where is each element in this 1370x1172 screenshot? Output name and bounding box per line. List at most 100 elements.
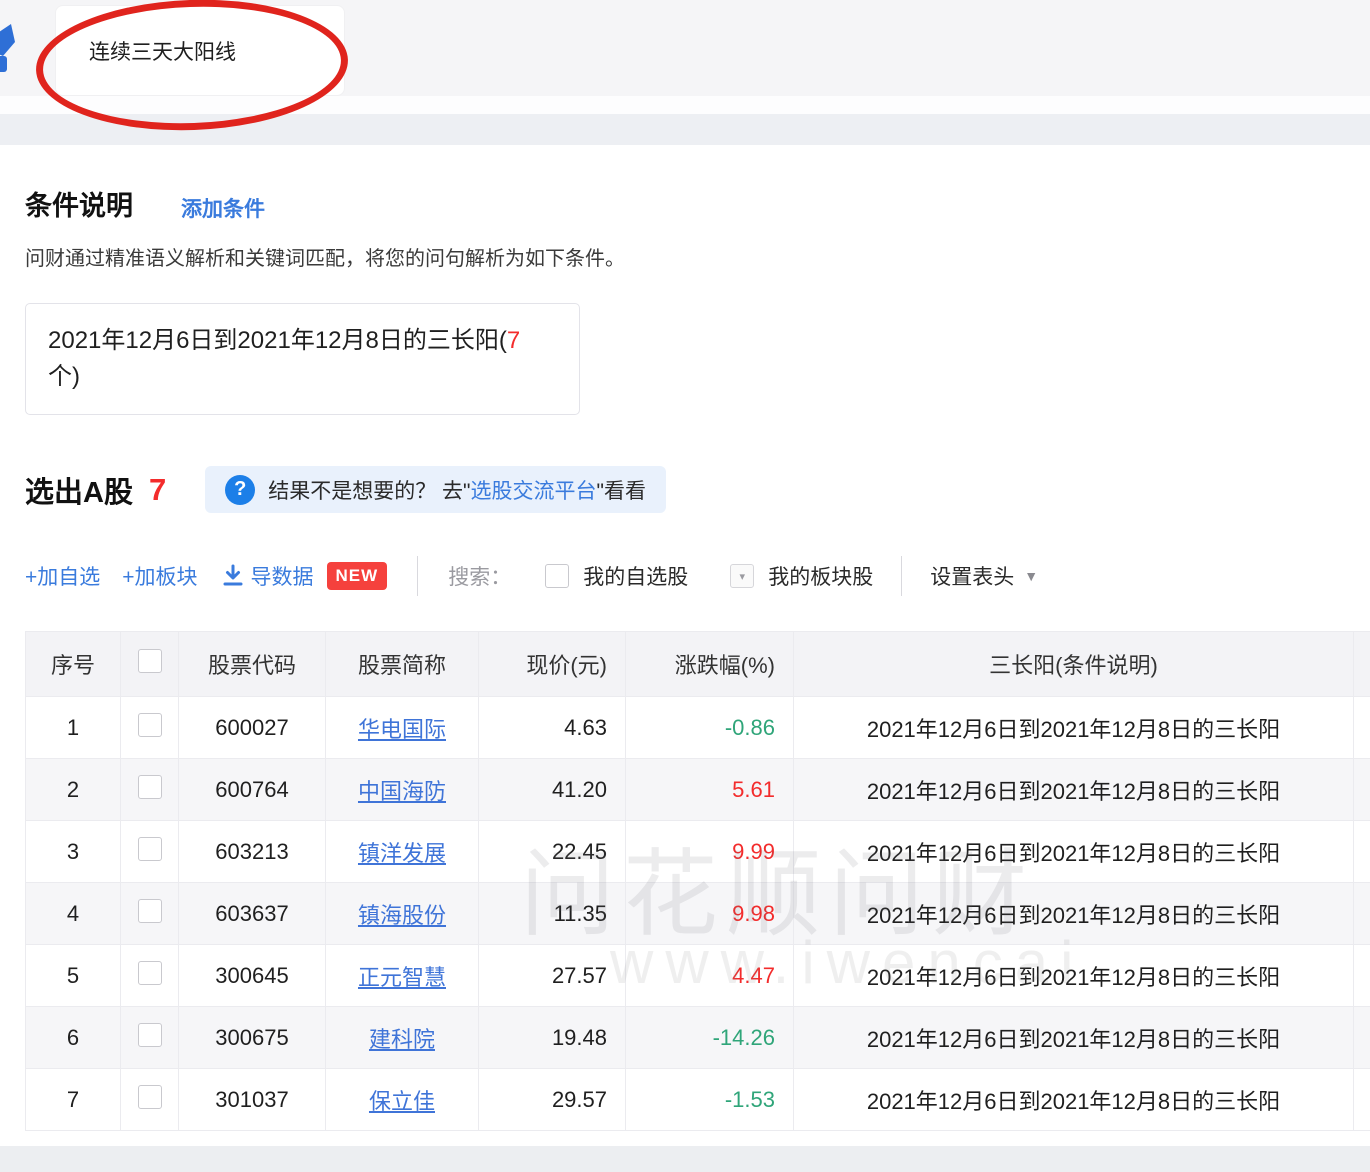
- my-board-label[interactable]: 我的板块股: [768, 561, 873, 591]
- row-checkbox-cell: [121, 697, 179, 759]
- stock-name-cell: 正元智慧: [326, 945, 479, 1007]
- tip-suffix: "看看: [597, 480, 646, 503]
- header-seq[interactable]: 序号: [26, 632, 121, 697]
- results-table-wrap: 序号 股票代码 股票简称 现价(元) 涨跌幅(%) 三长阳(条件说明) 1 60…: [25, 631, 1370, 1131]
- export-data-label: 导数据: [251, 561, 314, 591]
- row-checkbox-cell: [121, 759, 179, 821]
- row-checkbox-cell: [121, 1007, 179, 1069]
- row-index: 4: [26, 883, 121, 945]
- stock-code: 603213: [179, 821, 326, 883]
- search-input[interactable]: 连续三天大阳线: [55, 5, 345, 96]
- condition-text-line2: 个): [48, 363, 80, 390]
- row-gutter: [1354, 883, 1370, 945]
- table-row: 2 600764 中国海防 41.20 5.61 2021年12月6日到2021…: [26, 759, 1370, 821]
- stock-name-link[interactable]: 华电国际: [358, 717, 446, 742]
- condition-desc: 2021年12月6日到2021年12月8日的三长阳: [794, 821, 1354, 883]
- stock-forum-link[interactable]: 选股交流平台: [471, 480, 597, 503]
- stock-change: -1.53: [626, 1069, 794, 1131]
- set-header-button[interactable]: 设置表头 ▼: [930, 561, 1038, 591]
- row-checkbox[interactable]: [138, 899, 162, 923]
- parsed-condition-box[interactable]: 2021年12月6日到2021年12月8日的三长阳(7 个): [25, 303, 580, 415]
- row-checkbox[interactable]: [138, 961, 162, 985]
- new-badge: NEW: [327, 562, 388, 590]
- header-checkbox-cell: [121, 632, 179, 697]
- tip-text: 结果不是想要的？ 去"选股交流平台"看看: [268, 475, 646, 505]
- iwencai-screener-page: 连续三天大阳线 条件说明 添加条件 问财通过精准语义解析和关键词匹配，将您的问句…: [0, 0, 1370, 1172]
- condition-text-line1: 2021年12月6日到2021年12月8日的三长阳(: [48, 327, 507, 354]
- row-checkbox-cell: [121, 945, 179, 1007]
- bottom-strip: [0, 1146, 1370, 1172]
- table-row: 6 300675 建科院 19.48 -14.26 2021年12月6日到202…: [26, 1007, 1370, 1069]
- my-watchlist-checkbox[interactable]: [545, 564, 569, 588]
- condition-count: 7: [507, 327, 520, 354]
- stock-price: 22.45: [479, 821, 626, 883]
- stock-code: 603637: [179, 883, 326, 945]
- stock-name-link[interactable]: 正元智慧: [358, 965, 446, 990]
- dropdown-arrow-icon: ▾: [739, 570, 745, 583]
- add-board-button[interactable]: +加板块: [122, 561, 197, 591]
- row-index: 5: [26, 945, 121, 1007]
- chevron-down-icon: ▼: [1024, 568, 1038, 584]
- row-checkbox[interactable]: [138, 713, 162, 737]
- app-logo-icon: [0, 22, 19, 79]
- table-header-row: 序号 股票代码 股票简称 现价(元) 涨跌幅(%) 三长阳(条件说明): [26, 632, 1370, 697]
- stock-name-cell: 中国海防: [326, 759, 479, 821]
- header-divider-strip: [0, 96, 1370, 114]
- row-checkbox-cell: [121, 883, 179, 945]
- row-index: 3: [26, 821, 121, 883]
- stock-name-link[interactable]: 镇洋发展: [358, 841, 446, 866]
- stock-name-link[interactable]: 建科院: [369, 1027, 435, 1052]
- condition-desc: 2021年12月6日到2021年12月8日的三长阳: [794, 945, 1354, 1007]
- table-row: 5 300645 正元智慧 27.57 4.47 2021年12月6日到2021…: [26, 945, 1370, 1007]
- my-watchlist-label[interactable]: 我的自选股: [583, 561, 688, 591]
- search-query-text: 连续三天大阳线: [89, 36, 236, 66]
- stock-name-cell: 华电国际: [326, 697, 479, 759]
- stock-name-link[interactable]: 保立佳: [369, 1089, 435, 1114]
- header-name[interactable]: 股票简称: [326, 632, 479, 697]
- question-icon: ?: [225, 475, 255, 505]
- condition-desc: 2021年12月6日到2021年12月8日的三长阳: [794, 697, 1354, 759]
- stock-name-cell: 镇海股份: [326, 883, 479, 945]
- stock-change: -0.86: [626, 697, 794, 759]
- row-index: 1: [26, 697, 121, 759]
- row-checkbox[interactable]: [138, 775, 162, 799]
- table-row: 1 600027 华电国际 4.63 -0.86 2021年12月6日到2021…: [26, 697, 1370, 759]
- header-change[interactable]: 涨跌幅(%): [626, 632, 794, 697]
- table-row: 7 301037 保立佳 29.57 -1.53 2021年12月6日到2021…: [26, 1069, 1370, 1131]
- row-checkbox-cell: [121, 821, 179, 883]
- stock-change: 4.47: [626, 945, 794, 1007]
- row-index: 7: [26, 1069, 121, 1131]
- result-count: 7: [149, 472, 166, 508]
- stock-change: 9.99: [626, 821, 794, 883]
- my-board-dropdown[interactable]: ▾: [730, 564, 754, 588]
- stock-price: 27.57: [479, 945, 626, 1007]
- row-checkbox[interactable]: [138, 1023, 162, 1047]
- export-data-button[interactable]: 导数据: [222, 561, 314, 591]
- stock-price: 11.35: [479, 883, 626, 945]
- stock-name-link[interactable]: 镇海股份: [358, 903, 446, 928]
- condition-desc: 2021年12月6日到2021年12月8日的三长阳: [794, 1069, 1354, 1131]
- stock-name-cell: 镇洋发展: [326, 821, 479, 883]
- top-search-bar: 连续三天大阳线: [0, 0, 1370, 96]
- condition-desc: 2021年12月6日到2021年12月8日的三长阳: [794, 1007, 1354, 1069]
- row-index: 6: [26, 1007, 121, 1069]
- stock-price: 19.48: [479, 1007, 626, 1069]
- row-checkbox[interactable]: [138, 1085, 162, 1109]
- add-watchlist-button[interactable]: +加自选: [25, 561, 100, 591]
- header-price[interactable]: 现价(元): [479, 632, 626, 697]
- row-gutter: [1354, 945, 1370, 1007]
- row-gutter: [1354, 1007, 1370, 1069]
- stock-code: 600764: [179, 759, 326, 821]
- header-condition[interactable]: 三长阳(条件说明): [794, 632, 1354, 697]
- stock-name-cell: 保立佳: [326, 1069, 479, 1131]
- select-all-checkbox[interactable]: [138, 649, 162, 673]
- stock-name-link[interactable]: 中国海防: [358, 779, 446, 804]
- add-condition-link[interactable]: 添加条件: [181, 193, 265, 223]
- header-gutter: [1354, 632, 1370, 697]
- stock-price: 29.57: [479, 1069, 626, 1131]
- table-toolbar: +加自选 +加板块 导数据 NEW 搜索： 我的自选股 ▾ 我的板块股 设置表头…: [25, 556, 1355, 596]
- row-checkbox-cell: [121, 1069, 179, 1131]
- tip-prefix: 结果不是想要的？ 去": [268, 480, 470, 503]
- header-code[interactable]: 股票代码: [179, 632, 326, 697]
- row-checkbox[interactable]: [138, 837, 162, 861]
